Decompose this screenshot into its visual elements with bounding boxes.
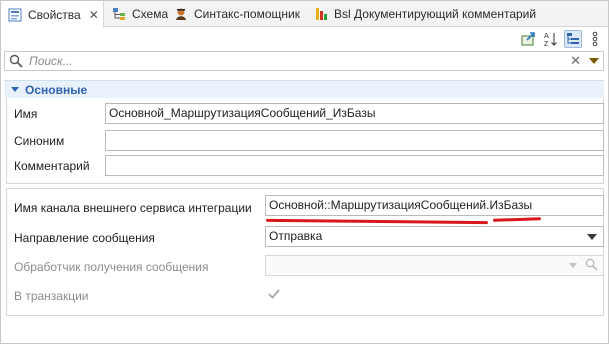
categories-icon bbox=[567, 33, 579, 44]
synonym-label: Синоним bbox=[14, 134, 65, 148]
sort-letter-a: A bbox=[544, 33, 549, 40]
sort-button[interactable]: A Z bbox=[542, 30, 560, 48]
tab-label: Синтакс-помощник bbox=[194, 7, 300, 21]
transaction-label: В транзакции bbox=[14, 289, 89, 303]
properties-toolbar: A Z bbox=[1, 28, 608, 50]
direction-select[interactable]: Отправка bbox=[265, 226, 604, 247]
collapse-icon[interactable] bbox=[11, 87, 19, 92]
channel-field[interactable]: Основной::МаршрутизацияСообщений.ИзБазы bbox=[265, 195, 604, 216]
tab-bar: Свойства ✕ Схема Синтакс-помощник Bsl До… bbox=[1, 1, 608, 28]
tab-label: Схема bbox=[132, 7, 169, 21]
section-header-main[interactable]: Основные bbox=[4, 80, 604, 98]
section-title: Основные bbox=[25, 82, 88, 97]
handler-label: Обработчик получения сообщения bbox=[14, 260, 209, 274]
tab-schema[interactable]: Схема bbox=[111, 1, 168, 27]
chevron-down-icon[interactable] bbox=[587, 234, 597, 240]
tab-bsl-comment[interactable]: Bsl Документирующий комментарий bbox=[313, 1, 536, 27]
properties-icon bbox=[7, 7, 23, 23]
bsl-comment-icon bbox=[313, 6, 329, 22]
handler-field bbox=[265, 255, 604, 276]
export-icon bbox=[521, 32, 535, 46]
transaction-checkbox[interactable] bbox=[267, 287, 281, 304]
export-button[interactable] bbox=[520, 30, 538, 48]
close-icon[interactable]: ✕ bbox=[89, 8, 99, 22]
tab-properties[interactable]: Свойства ✕ bbox=[1, 1, 104, 28]
channel-label: Имя канала внешнего сервиса интеграции bbox=[14, 201, 252, 215]
name-field[interactable]: Основной_МаршрутизацияСообщений_ИзБазы bbox=[105, 103, 604, 124]
properties-panel: Свойства ✕ Схема Синтакс-помощник Bsl До… bbox=[0, 0, 609, 344]
syntax-helper-icon bbox=[173, 6, 189, 22]
clear-icon[interactable]: ✕ bbox=[570, 53, 581, 69]
direction-label: Направление сообщения bbox=[14, 231, 155, 245]
menu-icon bbox=[592, 31, 598, 47]
menu-button[interactable] bbox=[586, 30, 604, 48]
search-box: ✕ bbox=[4, 51, 604, 71]
schema-icon bbox=[111, 6, 127, 22]
chevron-down-icon bbox=[569, 263, 577, 268]
comment-label: Комментарий bbox=[14, 159, 90, 173]
tab-label: Bsl Документирующий комментарий bbox=[334, 7, 537, 21]
sort-icon: A Z bbox=[544, 33, 557, 47]
synonym-field[interactable] bbox=[105, 130, 604, 151]
tab-syntax-helper[interactable]: Синтакс-помощник bbox=[173, 1, 300, 27]
search-icon bbox=[585, 258, 598, 275]
categories-button[interactable] bbox=[564, 30, 582, 48]
check-icon bbox=[268, 289, 280, 299]
tab-label: Свойства bbox=[28, 7, 81, 22]
search-input[interactable] bbox=[29, 53, 549, 69]
search-icon bbox=[9, 54, 23, 71]
dropdown-icon[interactable] bbox=[589, 58, 599, 64]
direction-value: Отправка bbox=[269, 229, 323, 243]
comment-field[interactable] bbox=[105, 155, 604, 176]
sort-letter-z: Z bbox=[544, 41, 549, 47]
name-label: Имя bbox=[14, 107, 38, 121]
